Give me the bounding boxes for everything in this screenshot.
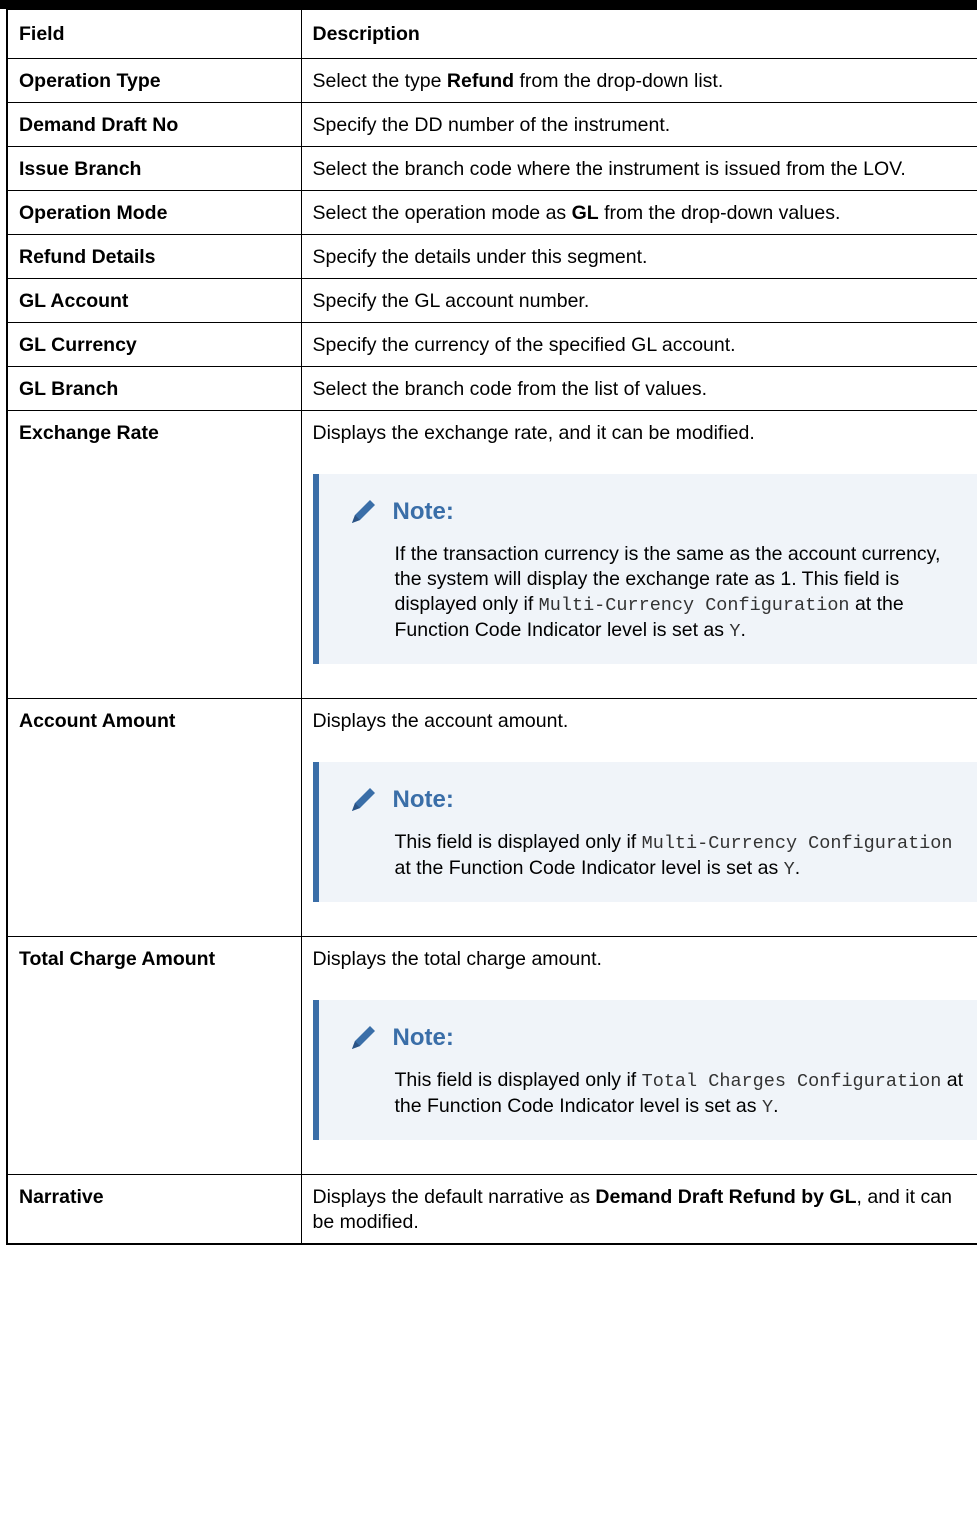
desc-emphasis: GL bbox=[571, 202, 599, 224]
note-title: Note: bbox=[392, 497, 454, 525]
note-text: This field is displayed only if bbox=[394, 831, 642, 853]
note-body: This field is displayed only if Total Ch… bbox=[349, 1068, 969, 1120]
description-cell: Displays the account amount. Note: This … bbox=[300, 698, 977, 937]
desc-text: from the drop-down list. bbox=[514, 70, 724, 92]
description-cell: Specify the details under this segment. bbox=[300, 234, 977, 279]
note-title: Note: bbox=[392, 1023, 454, 1051]
table-header-row: Field Description bbox=[6, 9, 977, 59]
note-box: Note: This field is displayed only if Mu… bbox=[312, 762, 977, 902]
note-code: Y bbox=[729, 621, 741, 642]
note-header: Note: bbox=[349, 496, 969, 526]
field-description-table: Field Description Operation Type Select … bbox=[6, 9, 977, 1245]
desc-text: Specify the currency of the specified GL… bbox=[312, 334, 736, 356]
note-text: . bbox=[794, 857, 801, 879]
note-text: . bbox=[740, 619, 746, 641]
note-box: Note: This field is displayed only if To… bbox=[312, 1000, 977, 1140]
field-cell: Demand Draft No bbox=[6, 102, 302, 147]
pencil-icon bbox=[351, 788, 375, 811]
description-cell: Specify the DD number of the instrument. bbox=[300, 102, 977, 147]
field-cell: Total Charge Amount bbox=[6, 936, 302, 1175]
table-row: Issue Branch Select the branch code wher… bbox=[6, 146, 977, 191]
description-cell: Select the branch code where the instrum… bbox=[300, 146, 977, 191]
note-box: Note: If the transaction currency is the… bbox=[312, 474, 977, 664]
note-code: Multi-Currency Configuration bbox=[538, 595, 850, 616]
note-text: This field is displayed only if bbox=[394, 1069, 642, 1091]
note-body: This field is displayed only if Multi-Cu… bbox=[349, 830, 969, 882]
field-cell: Exchange Rate bbox=[6, 410, 302, 699]
desc-text: Specify the GL account number. bbox=[312, 290, 590, 312]
description-cell: Specify the GL account number. bbox=[300, 278, 977, 323]
note-code: Y bbox=[783, 859, 795, 880]
note-title: Note: bbox=[392, 785, 454, 813]
note-code: Multi-Currency Configuration bbox=[641, 833, 953, 854]
desc-text: Specify the DD number of the instrument. bbox=[312, 114, 671, 136]
field-cell: Operation Type bbox=[6, 58, 302, 103]
field-cell: GL Branch bbox=[6, 366, 302, 411]
field-cell: GL Currency bbox=[6, 322, 302, 367]
description-cell: Displays the default narrative as Demand… bbox=[300, 1174, 977, 1245]
table-row: Account Amount Displays the account amou… bbox=[6, 698, 977, 937]
desc-emphasis: Refund bbox=[446, 70, 515, 92]
table-row: GL Account Specify the GL account number… bbox=[6, 278, 977, 323]
field-cell: GL Account bbox=[6, 278, 302, 323]
description-cell: Displays the total charge amount. Note: … bbox=[300, 936, 977, 1175]
note-header: Note: bbox=[349, 784, 969, 814]
table-row: Narrative Displays the default narrative… bbox=[6, 1174, 977, 1245]
table-row: Demand Draft No Specify the DD number of… bbox=[6, 102, 977, 147]
field-cell: Account Amount bbox=[6, 698, 302, 937]
desc-emphasis: Demand Draft Refund by GL bbox=[595, 1186, 857, 1208]
note-body: If the transaction currency is the same … bbox=[349, 542, 969, 644]
table-row: Operation Mode Select the operation mode… bbox=[6, 190, 977, 235]
desc-text: Displays the total charge amount. bbox=[312, 948, 602, 970]
field-cell: Issue Branch bbox=[6, 146, 302, 191]
header-description: Description bbox=[300, 9, 977, 59]
field-cell: Narrative bbox=[6, 1174, 302, 1245]
description-cell: Select the operation mode as GL from the… bbox=[300, 190, 977, 235]
top-rule bbox=[0, 0, 977, 9]
desc-text: Specify the details under this segment. bbox=[312, 246, 648, 268]
desc-text: Select the type bbox=[312, 70, 447, 92]
description-cell: Select the branch code from the list of … bbox=[300, 366, 977, 411]
table-row: GL Currency Specify the currency of the … bbox=[6, 322, 977, 367]
pencil-icon bbox=[351, 1026, 375, 1049]
table-row: Operation Type Select the type Refund fr… bbox=[6, 58, 977, 103]
note-code: Y bbox=[761, 1097, 774, 1118]
description-cell: Select the type Refund from the drop-dow… bbox=[300, 58, 977, 103]
note-header: Note: bbox=[349, 1022, 969, 1052]
header-field: Field bbox=[6, 9, 302, 59]
desc-text: Select the operation mode as bbox=[312, 202, 572, 224]
note-code: Total Charges Configuration bbox=[641, 1071, 942, 1092]
table-row: GL Branch Select the branch code from th… bbox=[6, 366, 977, 411]
desc-text: Displays the default narrative as bbox=[312, 1186, 596, 1208]
description-cell: Displays the exchange rate, and it can b… bbox=[300, 410, 977, 699]
field-cell: Operation Mode bbox=[6, 190, 302, 235]
desc-text: Displays the exchange rate, and it can b… bbox=[312, 422, 755, 444]
description-cell: Specify the currency of the specified GL… bbox=[300, 322, 977, 367]
table-row: Exchange Rate Displays the exchange rate… bbox=[6, 410, 977, 699]
desc-text: Displays the account amount. bbox=[312, 710, 569, 732]
pencil-icon bbox=[351, 500, 375, 523]
table-row: Refund Details Specify the details under… bbox=[6, 234, 977, 279]
note-text: at the Function Code Indicator level is … bbox=[394, 857, 784, 879]
desc-text: Select the branch code where the instrum… bbox=[312, 158, 906, 180]
desc-text: from the drop-down values. bbox=[598, 202, 841, 224]
note-text: . bbox=[773, 1095, 779, 1117]
table-row: Total Charge Amount Displays the total c… bbox=[6, 936, 977, 1175]
field-cell: Refund Details bbox=[6, 234, 302, 279]
desc-text: Select the branch code from the list of … bbox=[312, 378, 708, 400]
